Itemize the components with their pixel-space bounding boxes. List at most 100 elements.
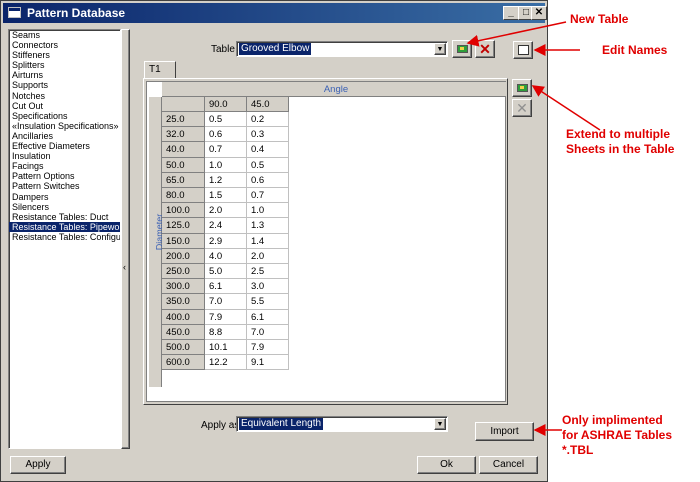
category-item[interactable]: Cut Out — [9, 101, 120, 111]
table-cell[interactable]: 6.1 — [205, 279, 247, 295]
row-header[interactable]: 200.0 — [162, 248, 205, 264]
category-item[interactable]: Facings — [9, 161, 120, 171]
table-cell[interactable]: 1.5 — [205, 188, 247, 204]
edit-names-annotation: Edit Names — [602, 43, 668, 57]
row-header[interactable]: 150.0 — [162, 233, 205, 249]
row-header[interactable]: 600.0 — [162, 355, 205, 371]
new-table-button[interactable] — [452, 40, 472, 58]
import-button[interactable]: Import — [475, 422, 534, 441]
row-header[interactable]: 400.0 — [162, 309, 205, 325]
table-cell[interactable]: 0.4 — [247, 142, 289, 158]
table-cell[interactable]: 1.2 — [205, 172, 247, 188]
table-cell[interactable]: 1.0 — [205, 157, 247, 173]
table-cell[interactable]: 2.9 — [205, 233, 247, 249]
table-cell[interactable]: 7.0 — [247, 324, 289, 340]
row-header[interactable]: 450.0 — [162, 324, 205, 340]
category-item[interactable]: Stiffeners — [9, 50, 120, 60]
cancel-button[interactable]: Cancel — [479, 456, 538, 474]
row-header[interactable]: 25.0 — [162, 112, 205, 128]
table-cell[interactable]: 1.3 — [247, 218, 289, 234]
category-item[interactable]: Resistance Tables: Configura — [9, 232, 120, 242]
table-cell[interactable]: 2.0 — [205, 203, 247, 219]
apply-button[interactable]: Apply — [10, 456, 66, 474]
table-cell[interactable]: 6.1 — [247, 309, 289, 325]
table-cell[interactable]: 0.7 — [205, 142, 247, 158]
apply-as-select-value: Equivalent Length — [239, 418, 324, 430]
table-select-value: Grooved Elbow — [239, 43, 312, 55]
table-cell[interactable]: 5.5 — [247, 294, 289, 310]
import-note-line-2: for ASHRAE Tables — [562, 428, 673, 442]
table-cell[interactable]: 2.4 — [205, 218, 247, 234]
delete-table-button[interactable]: ✕ — [475, 40, 495, 58]
table-cell[interactable]: 12.2 — [205, 355, 247, 371]
resistance-table-grid[interactable]: Diameter Angle 90.0 45.0 25.0 0.5 0.2 32.0 0.6… — [146, 81, 506, 402]
row-header[interactable]: 250.0 — [162, 264, 205, 280]
table-cell[interactable]: 7.9 — [247, 340, 289, 356]
table-cell[interactable]: 5.0 — [205, 264, 247, 280]
category-item[interactable]: Dampers — [9, 192, 120, 202]
table-select[interactable]: Grooved Elbow ▼ — [236, 41, 448, 57]
row-header[interactable]: 80.0 — [162, 188, 205, 204]
row-header[interactable]: 350.0 — [162, 294, 205, 310]
table-cell[interactable]: 8.8 — [205, 324, 247, 340]
sidebar-collapse-handle[interactable]: ‹ — [121, 29, 130, 449]
table-cell[interactable]: 0.3 — [247, 127, 289, 143]
category-item[interactable]: Pattern Switches — [9, 181, 120, 191]
table-cell[interactable]: 0.6 — [247, 172, 289, 188]
table-cell[interactable]: 7.0 — [205, 294, 247, 310]
column-header[interactable]: 90.0 — [205, 97, 247, 112]
corner-header — [162, 97, 205, 112]
category-list[interactable]: Seams Connectors Stiffeners Splitters Airtur… — [8, 29, 121, 449]
apply-as-label: Apply as — [201, 420, 240, 431]
edit-names-button[interactable] — [513, 41, 533, 59]
category-item[interactable]: Resistance Tables: Duct — [9, 212, 120, 222]
close-button[interactable]: ✕ — [531, 6, 547, 20]
tab-t1[interactable]: T1 — [144, 61, 176, 79]
row-header[interactable]: 300.0 — [162, 279, 205, 295]
table-cell[interactable]: 7.9 — [205, 309, 247, 325]
row-header[interactable]: 100.0 — [162, 203, 205, 219]
table-cell[interactable]: 2.5 — [247, 264, 289, 280]
table-cell[interactable]: 2.0 — [247, 248, 289, 264]
category-item[interactable]: Connectors — [9, 40, 120, 50]
table-cell[interactable]: 0.5 — [247, 157, 289, 173]
tab-t1-label: T1 — [149, 64, 161, 75]
category-item[interactable]: Silencers — [9, 202, 120, 212]
table-cell[interactable]: 4.0 — [205, 248, 247, 264]
row-header[interactable]: 125.0 — [162, 218, 205, 234]
ok-button[interactable]: Ok — [417, 456, 476, 474]
category-item[interactable]: Splitters — [9, 60, 120, 70]
row-header[interactable]: 50.0 — [162, 157, 205, 173]
apply-as-select[interactable]: Equivalent Length ▼ — [236, 416, 448, 432]
remove-sheet-button[interactable]: ✕ — [512, 99, 532, 117]
row-header[interactable]: 65.0 — [162, 172, 205, 188]
table-cell[interactable]: 3.0 — [247, 279, 289, 295]
category-item[interactable]: Ancillaries — [9, 131, 120, 141]
table-cell[interactable]: 1.4 — [247, 233, 289, 249]
chevron-down-icon[interactable]: ▼ — [434, 418, 446, 430]
category-item[interactable]: «Insulation Specifications» — [9, 121, 120, 131]
add-sheet-button[interactable] — [512, 79, 532, 97]
table-cell[interactable]: 10.1 — [205, 340, 247, 356]
table-cell[interactable]: 0.6 — [205, 127, 247, 143]
category-item[interactable]: Resistance Tables: Pipework — [9, 221, 120, 232]
table-cell[interactable]: 0.2 — [247, 112, 289, 128]
table-cell[interactable]: 1.0 — [247, 203, 289, 219]
row-header[interactable]: 40.0 — [162, 142, 205, 158]
category-item[interactable]: Insulation — [9, 151, 120, 161]
category-item[interactable]: Pattern Options — [9, 171, 120, 181]
table-cell[interactable]: 0.7 — [247, 188, 289, 204]
category-item[interactable]: Effective Diameters — [9, 141, 120, 151]
minimize-button[interactable]: _ — [503, 6, 519, 20]
category-item[interactable]: Seams — [9, 30, 120, 40]
column-header[interactable]: 45.0 — [247, 97, 289, 112]
chevron-down-icon[interactable]: ▼ — [434, 43, 446, 55]
category-item[interactable]: Specifications — [9, 111, 120, 121]
table-cell[interactable]: 9.1 — [247, 355, 289, 371]
category-item[interactable]: Supports — [9, 80, 120, 90]
table-cell[interactable]: 0.5 — [205, 112, 247, 128]
row-header[interactable]: 32.0 — [162, 127, 205, 143]
category-item[interactable]: Airturns — [9, 70, 120, 80]
category-item[interactable]: Notches — [9, 91, 120, 101]
row-header[interactable]: 500.0 — [162, 340, 205, 356]
